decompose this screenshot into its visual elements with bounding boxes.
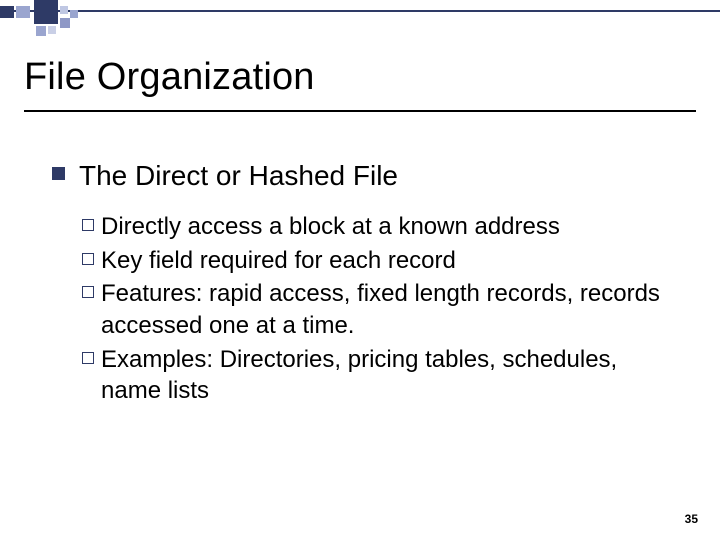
hollow-square-bullet-icon [82,219,94,231]
slide: File Organization The Direct or Hashed F… [0,0,720,540]
bullet-text: Features: rapid access, fixed length rec… [101,278,661,341]
section-heading: The Direct or Hashed File [79,158,398,193]
page-number: 35 [685,512,698,526]
bullet-text: Directly access a block at a known addre… [101,211,560,243]
bullet-level2: Features: rapid access, fixed length rec… [82,278,672,341]
square-bullet-icon [52,167,65,180]
content-area: The Direct or Hashed File Directly acces… [52,158,672,409]
bullet-text: Examples: Directories, pricing tables, s… [101,344,661,407]
bullet-text: Key field required for each record [101,245,456,277]
hollow-square-bullet-icon [82,286,94,298]
hollow-square-bullet-icon [82,352,94,364]
bullet-level2: Examples: Directories, pricing tables, s… [82,344,672,407]
bullet-level1: The Direct or Hashed File [52,158,672,193]
hollow-square-bullet-icon [82,253,94,265]
title-underline [24,110,696,112]
bullet-level2: Key field required for each record [82,245,672,277]
bullet-level2: Directly access a block at a known addre… [82,211,672,243]
header-decoration [0,0,720,40]
sub-bullet-list: Directly access a block at a known addre… [82,211,672,407]
page-title: File Organization [24,56,315,99]
